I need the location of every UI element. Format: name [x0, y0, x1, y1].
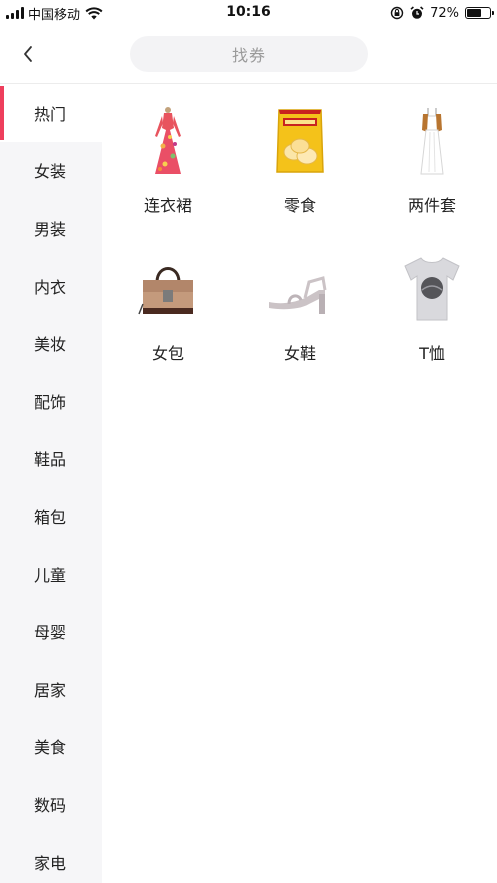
category-item-two-piece[interactable]: 两件套 [366, 84, 497, 224]
sidebar-item-kids[interactable]: 儿童 [0, 545, 102, 603]
battery-icon [465, 7, 494, 19]
tshirt-image [404, 257, 460, 321]
handbag-image [138, 267, 193, 315]
two-piece-image [420, 108, 444, 175]
sidebar-item-home[interactable]: 居家 [0, 660, 102, 718]
sidebar-item-label: 居家 [34, 680, 67, 700]
category-label: T恤 [419, 344, 445, 363]
category-item-handbag[interactable]: 女包 [102, 232, 234, 372]
sidebar-item-label: 女装 [34, 162, 67, 182]
category-label: 两件套 [407, 196, 456, 215]
chevron-left-icon [24, 46, 32, 62]
sidebar-item-label: 箱包 [34, 507, 67, 527]
alarm-icon [410, 6, 424, 19]
sidebar-item-accessories[interactable]: 配饰 [0, 372, 102, 430]
sidebar-item-label: 热门 [34, 104, 67, 124]
sidebar-item-label: 母婴 [34, 623, 67, 643]
category-label: 女包 [151, 344, 184, 363]
battery-percent: 72% [430, 5, 459, 21]
category-item-tshirt[interactable]: T恤 [366, 232, 497, 372]
sidebar-item-label: 内衣 [34, 277, 67, 297]
sidebar-item-label: 配饰 [34, 392, 67, 412]
category-label: 连衣裙 [143, 196, 192, 215]
sidebar-item-digital[interactable]: 数码 [0, 775, 102, 833]
category-item-snacks[interactable]: 零食 [234, 84, 366, 224]
dress-image [155, 107, 181, 174]
search-input[interactable]: 找券 [130, 36, 368, 72]
status-right: 72% [390, 4, 494, 22]
battery-fill [467, 9, 481, 17]
status-bar: 中国移动 10:16 72% [0, 0, 497, 26]
category-label: 女鞋 [283, 344, 316, 363]
sidebar-item-mens-clothing[interactable]: 男装 [0, 199, 102, 257]
sidebar-item-underwear[interactable]: 内衣 [0, 257, 102, 315]
sidebar-item-bags[interactable]: 箱包 [0, 487, 102, 545]
sidebar-item-shoes[interactable]: 鞋品 [0, 430, 102, 488]
sidebar-item-appliances[interactable]: 家电 [0, 833, 102, 883]
sidebar-item-label: 儿童 [34, 565, 67, 585]
sidebar-item-baby[interactable]: 母婴 [0, 602, 102, 660]
category-item-womens-shoes[interactable]: 女鞋 [234, 232, 366, 372]
sidebar-item-womens-clothing[interactable]: 女装 [0, 142, 102, 200]
category-sidebar: 热门 女装 男装 内衣 美妆 配饰 鞋品 箱包 儿童 母婴 居家 美食 数码 家… [0, 84, 102, 883]
search-placeholder: 找券 [231, 46, 266, 65]
sidebar-item-label: 美妆 [34, 335, 67, 355]
snack-bag-image [276, 109, 324, 173]
category-item-dress[interactable]: 连衣裙 [102, 84, 234, 224]
sidebar-item-label: 家电 [34, 853, 67, 873]
nav-bar: 找券 [0, 26, 497, 84]
back-button[interactable] [14, 40, 42, 68]
sidebar-item-label: 数码 [34, 795, 67, 815]
sidebar-item-beauty[interactable]: 美妆 [0, 314, 102, 372]
sidebar-item-label: 美食 [34, 738, 67, 758]
sidebar-item-hot[interactable]: 热门 [0, 84, 102, 142]
sidebar-item-food[interactable]: 美食 [0, 718, 102, 776]
sidebar-item-label: 鞋品 [34, 450, 67, 470]
category-label: 零食 [283, 196, 316, 215]
sandal-image [269, 276, 327, 314]
rotation-lock-icon [390, 6, 404, 20]
sidebar-item-label: 男装 [34, 219, 67, 239]
